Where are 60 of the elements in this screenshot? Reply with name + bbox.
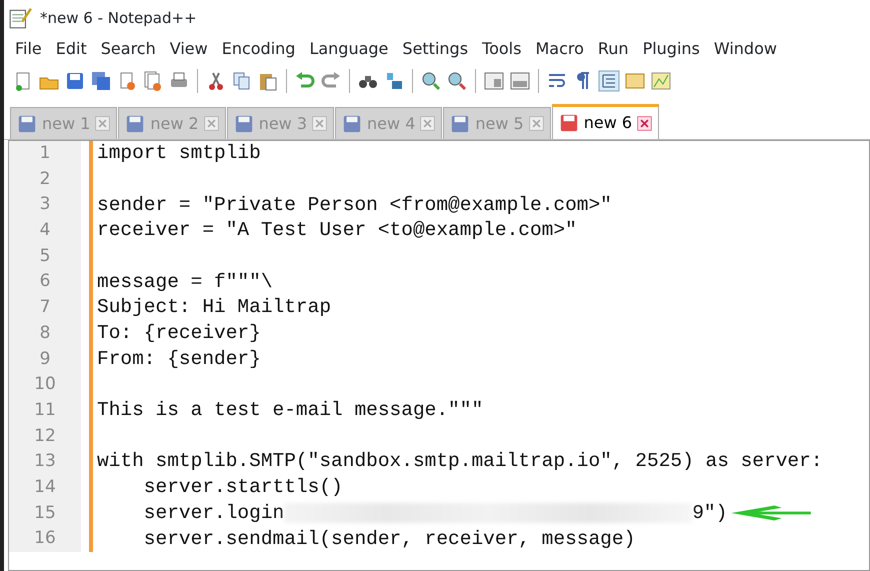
chart-panel-icon[interactable] (650, 70, 672, 92)
window-title: *new 6 - Notepad++ (40, 8, 197, 29)
line-number: 2 (9, 166, 81, 192)
code-line: import smtplib (97, 141, 261, 166)
code-line: with smtplib.SMTP("sandbox.smtp.mailtrap.io", 2525) as server: (97, 449, 823, 474)
modified-file-icon (558, 113, 579, 133)
save-icon (17, 114, 37, 134)
code-line: server.sendmail(sender, receiver, message) (142, 526, 636, 552)
line-number: 4 (9, 218, 81, 244)
code-line: From: {sender} (97, 346, 261, 372)
save-icon (450, 114, 470, 134)
save-icon (234, 114, 254, 134)
line-number: 6 (9, 269, 81, 296)
line-number: 10 (9, 372, 81, 398)
document-tab[interactable]: new 6 (552, 104, 660, 139)
line-number: 3 (9, 192, 81, 218)
line-number: 16 (9, 526, 81, 552)
menu-item[interactable]: Settings (395, 37, 476, 61)
close-icon[interactable] (637, 116, 652, 130)
line-number: 12 (9, 424, 81, 450)
line-number: 7 (9, 295, 81, 321)
zoom-in-icon[interactable] (420, 70, 442, 92)
menu-item[interactable]: Encoding (214, 37, 302, 61)
save-icon (125, 114, 146, 134)
line-number: 8 (9, 320, 81, 346)
menu-item[interactable]: Window (706, 37, 784, 61)
code-line: This is a test e-mail message.""" (97, 398, 484, 424)
code-text: 9") (692, 500, 728, 526)
line-number: 11 (9, 398, 81, 424)
code-line: receiver = "A Test User <to@example.com>" (97, 218, 577, 244)
code-line: To: {receiver} (97, 321, 261, 346)
line-number: 5 (9, 244, 81, 270)
save-all-icon[interactable] (90, 70, 112, 92)
menu-item[interactable]: Language (302, 37, 396, 61)
notepad-icon (8, 6, 32, 30)
menu-item[interactable]: Edit (48, 37, 94, 61)
line-number: 15 (9, 500, 81, 526)
code-line: server.starttls() (142, 475, 343, 500)
zoom-out-icon[interactable] (446, 70, 468, 92)
line-number: 1 (9, 141, 81, 167)
line-number: 14 (9, 474, 81, 501)
menu-item[interactable]: Plugins (636, 37, 707, 61)
menu-item[interactable]: File (8, 37, 49, 61)
line-number: 9 (9, 346, 81, 372)
menu-item[interactable]: Tools (475, 37, 528, 61)
menu-item[interactable]: View (162, 37, 215, 61)
code-line: Subject: Hi Mailtrap (97, 295, 332, 320)
line-number: 13 (9, 449, 81, 475)
indent-guide-icon[interactable] (598, 70, 620, 92)
menu-item[interactable]: Run (590, 37, 636, 61)
close-all-icon[interactable] (142, 70, 164, 92)
menu-item[interactable]: Macro (528, 37, 591, 61)
sync-vertical-icon[interactable] (483, 70, 505, 92)
menu-item[interactable]: Search (94, 37, 163, 61)
save-icon (342, 114, 362, 134)
code-line: server.login (142, 500, 284, 526)
code-line: message = f"""\ (97, 270, 273, 295)
code-line: sender = "Private Person <from@example.com>" (97, 192, 612, 218)
save-icon[interactable] (64, 70, 86, 92)
sync-horizontal-icon[interactable] (509, 70, 531, 92)
